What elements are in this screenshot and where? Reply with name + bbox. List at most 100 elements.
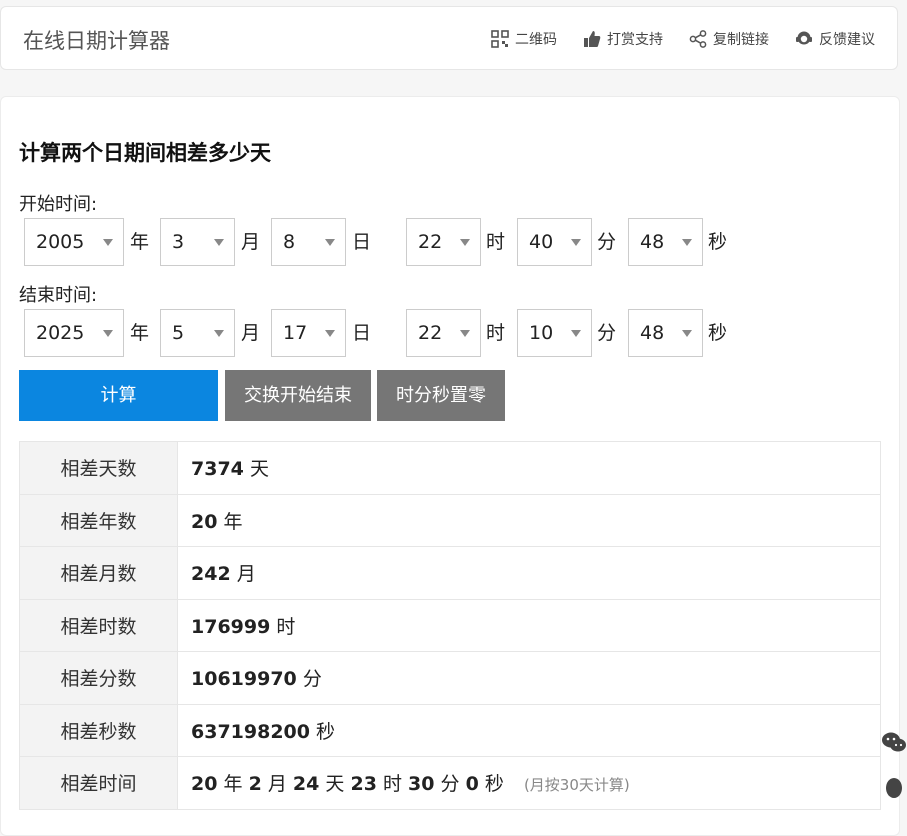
result-unit: 分 [302, 668, 322, 691]
result-value-cell: 7374 天 [177, 441, 881, 495]
table-row: 相差月数 242 月 [19, 546, 881, 600]
copy-link-button[interactable]: 复制链接 [689, 29, 769, 49]
result-value: 242 [191, 563, 231, 586]
table-row: 相差时间 20 年 2 月 24 天 23 时 30 分 0 秒 (月按30天计… [19, 756, 881, 810]
result-label: 相差天数 [19, 441, 178, 495]
start-year-select[interactable]: 2005 [24, 218, 124, 266]
diff-years-unit: 年 [223, 773, 243, 796]
chevron-down-icon [214, 239, 224, 246]
diff-hours: 23 [350, 773, 377, 796]
copy-link-label: 复制链接 [713, 32, 769, 48]
end-day-select[interactable]: 17 [271, 309, 346, 357]
calculator-card: 计算两个日期间相差多少天 开始时间: 2005 年 3 月 8 日 22 时 4… [0, 96, 900, 836]
start-month-select[interactable]: 3 [160, 218, 235, 266]
end-label: 结束时间: [19, 285, 98, 306]
results-table: 相差天数 7374 天 相差年数 20 年 相差月数 242 月 相差时数 17… [19, 441, 881, 810]
table-row: 相差天数 7374 天 [19, 441, 881, 495]
start-label: 开始时间: [19, 194, 98, 215]
end-year-select[interactable]: 2025 [24, 309, 124, 357]
feedback-button[interactable]: 反馈建议 [795, 29, 875, 49]
chevron-down-icon [460, 330, 470, 337]
top-bar: 在线日期计算器 二维码 打赏支持 复制链接 反馈建议 [0, 6, 898, 70]
calculate-button[interactable]: 计算 [19, 370, 218, 421]
day-unit: 日 [352, 322, 372, 344]
tip-button[interactable]: 打赏支持 [583, 29, 663, 49]
result-unit: 月 [236, 563, 256, 586]
diff-months-unit: 月 [267, 773, 287, 796]
toolbar: 二维码 打赏支持 复制链接 反馈建议 [491, 29, 875, 49]
diff-days-unit: 天 [325, 773, 345, 796]
qrcode-button[interactable]: 二维码 [491, 29, 557, 49]
diff-hours-unit: 时 [382, 773, 402, 796]
feedback-icon [796, 31, 812, 45]
result-value: 176999 [191, 615, 271, 638]
start-day-select[interactable]: 8 [271, 218, 346, 266]
table-row: 相差时数 176999 时 [19, 598, 881, 652]
diff-seconds: 0 [465, 773, 479, 796]
hour-unit: 时 [486, 322, 506, 344]
result-value-cell: 242 月 [177, 546, 881, 600]
minute-unit: 分 [597, 231, 617, 253]
table-row: 相差分数 10619970 分 [19, 651, 881, 705]
chevron-down-icon [325, 330, 335, 337]
start-hour-select[interactable]: 22 [406, 218, 481, 266]
chevron-down-icon [682, 239, 692, 246]
diff-years: 20 [191, 773, 218, 796]
qrcode-icon [491, 30, 509, 48]
share-icon [689, 30, 707, 48]
wechat-icon[interactable] [881, 730, 907, 756]
second-unit: 秒 [708, 231, 728, 253]
chevron-down-icon [460, 239, 470, 246]
end-month-select[interactable]: 5 [160, 309, 235, 357]
result-label: 相差年数 [19, 493, 178, 547]
month-unit: 月 [241, 322, 261, 344]
year-unit: 年 [130, 231, 150, 253]
second-unit: 秒 [708, 322, 728, 344]
result-unit: 年 [223, 510, 243, 533]
day-unit: 日 [352, 231, 372, 253]
result-label: 相差月数 [19, 546, 178, 600]
card-title: 计算两个日期间相差多少天 [19, 141, 271, 165]
result-value: 10619970 [191, 668, 297, 691]
end-minute-select[interactable]: 10 [517, 309, 592, 357]
result-unit: 时 [276, 615, 296, 638]
end-second-select[interactable]: 48 [628, 309, 703, 357]
month-unit: 月 [241, 231, 261, 253]
qq-icon[interactable] [881, 776, 907, 802]
chevron-down-icon [571, 239, 581, 246]
diff-days: 24 [292, 773, 320, 796]
result-value: 7374 [191, 458, 244, 481]
chevron-down-icon [214, 330, 224, 337]
chevron-down-icon [103, 330, 113, 337]
swap-button[interactable]: 交换开始结束 [225, 370, 371, 421]
chevron-down-icon [103, 239, 113, 246]
result-label: 相差时间 [19, 756, 178, 810]
diff-minutes: 30 [408, 773, 435, 796]
feedback-label: 反馈建议 [819, 32, 875, 48]
result-value-cell: 10619970 分 [177, 651, 881, 705]
result-value: 637198200 [191, 720, 310, 743]
result-value: 20 [191, 510, 218, 533]
qrcode-label: 二维码 [515, 32, 557, 48]
diff-months: 2 [248, 773, 262, 796]
chevron-down-icon [325, 239, 335, 246]
table-row: 相差秒数 637198200 秒 [19, 703, 881, 757]
end-hour-select[interactable]: 22 [406, 309, 481, 357]
diff-time-cell: 20 年 2 月 24 天 23 时 30 分 0 秒 (月按30天计算) [177, 756, 881, 810]
chevron-down-icon [682, 330, 692, 337]
result-label: 相差时数 [19, 598, 178, 652]
result-value-cell: 20 年 [177, 493, 881, 547]
result-unit: 天 [249, 458, 269, 481]
hour-unit: 时 [486, 231, 506, 253]
app-title: 在线日期计算器 [23, 29, 170, 53]
thumbs-up-icon [584, 31, 601, 47]
month-note: (月按30天计算) [523, 776, 630, 795]
floating-contact-icons [881, 730, 907, 802]
start-second-select[interactable]: 48 [628, 218, 703, 266]
diff-minutes-unit: 分 [440, 773, 460, 796]
reset-time-button[interactable]: 时分秒置零 [377, 370, 505, 421]
table-row: 相差年数 20 年 [19, 493, 881, 547]
start-minute-select[interactable]: 40 [517, 218, 592, 266]
result-unit: 秒 [316, 720, 336, 743]
year-unit: 年 [130, 322, 150, 344]
